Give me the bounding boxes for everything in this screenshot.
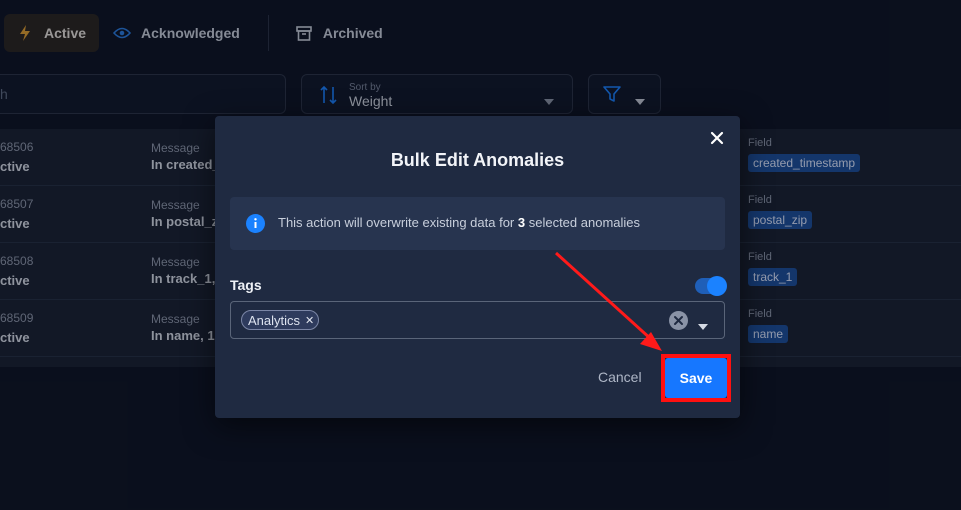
annotation-arrow [554,251,662,351]
